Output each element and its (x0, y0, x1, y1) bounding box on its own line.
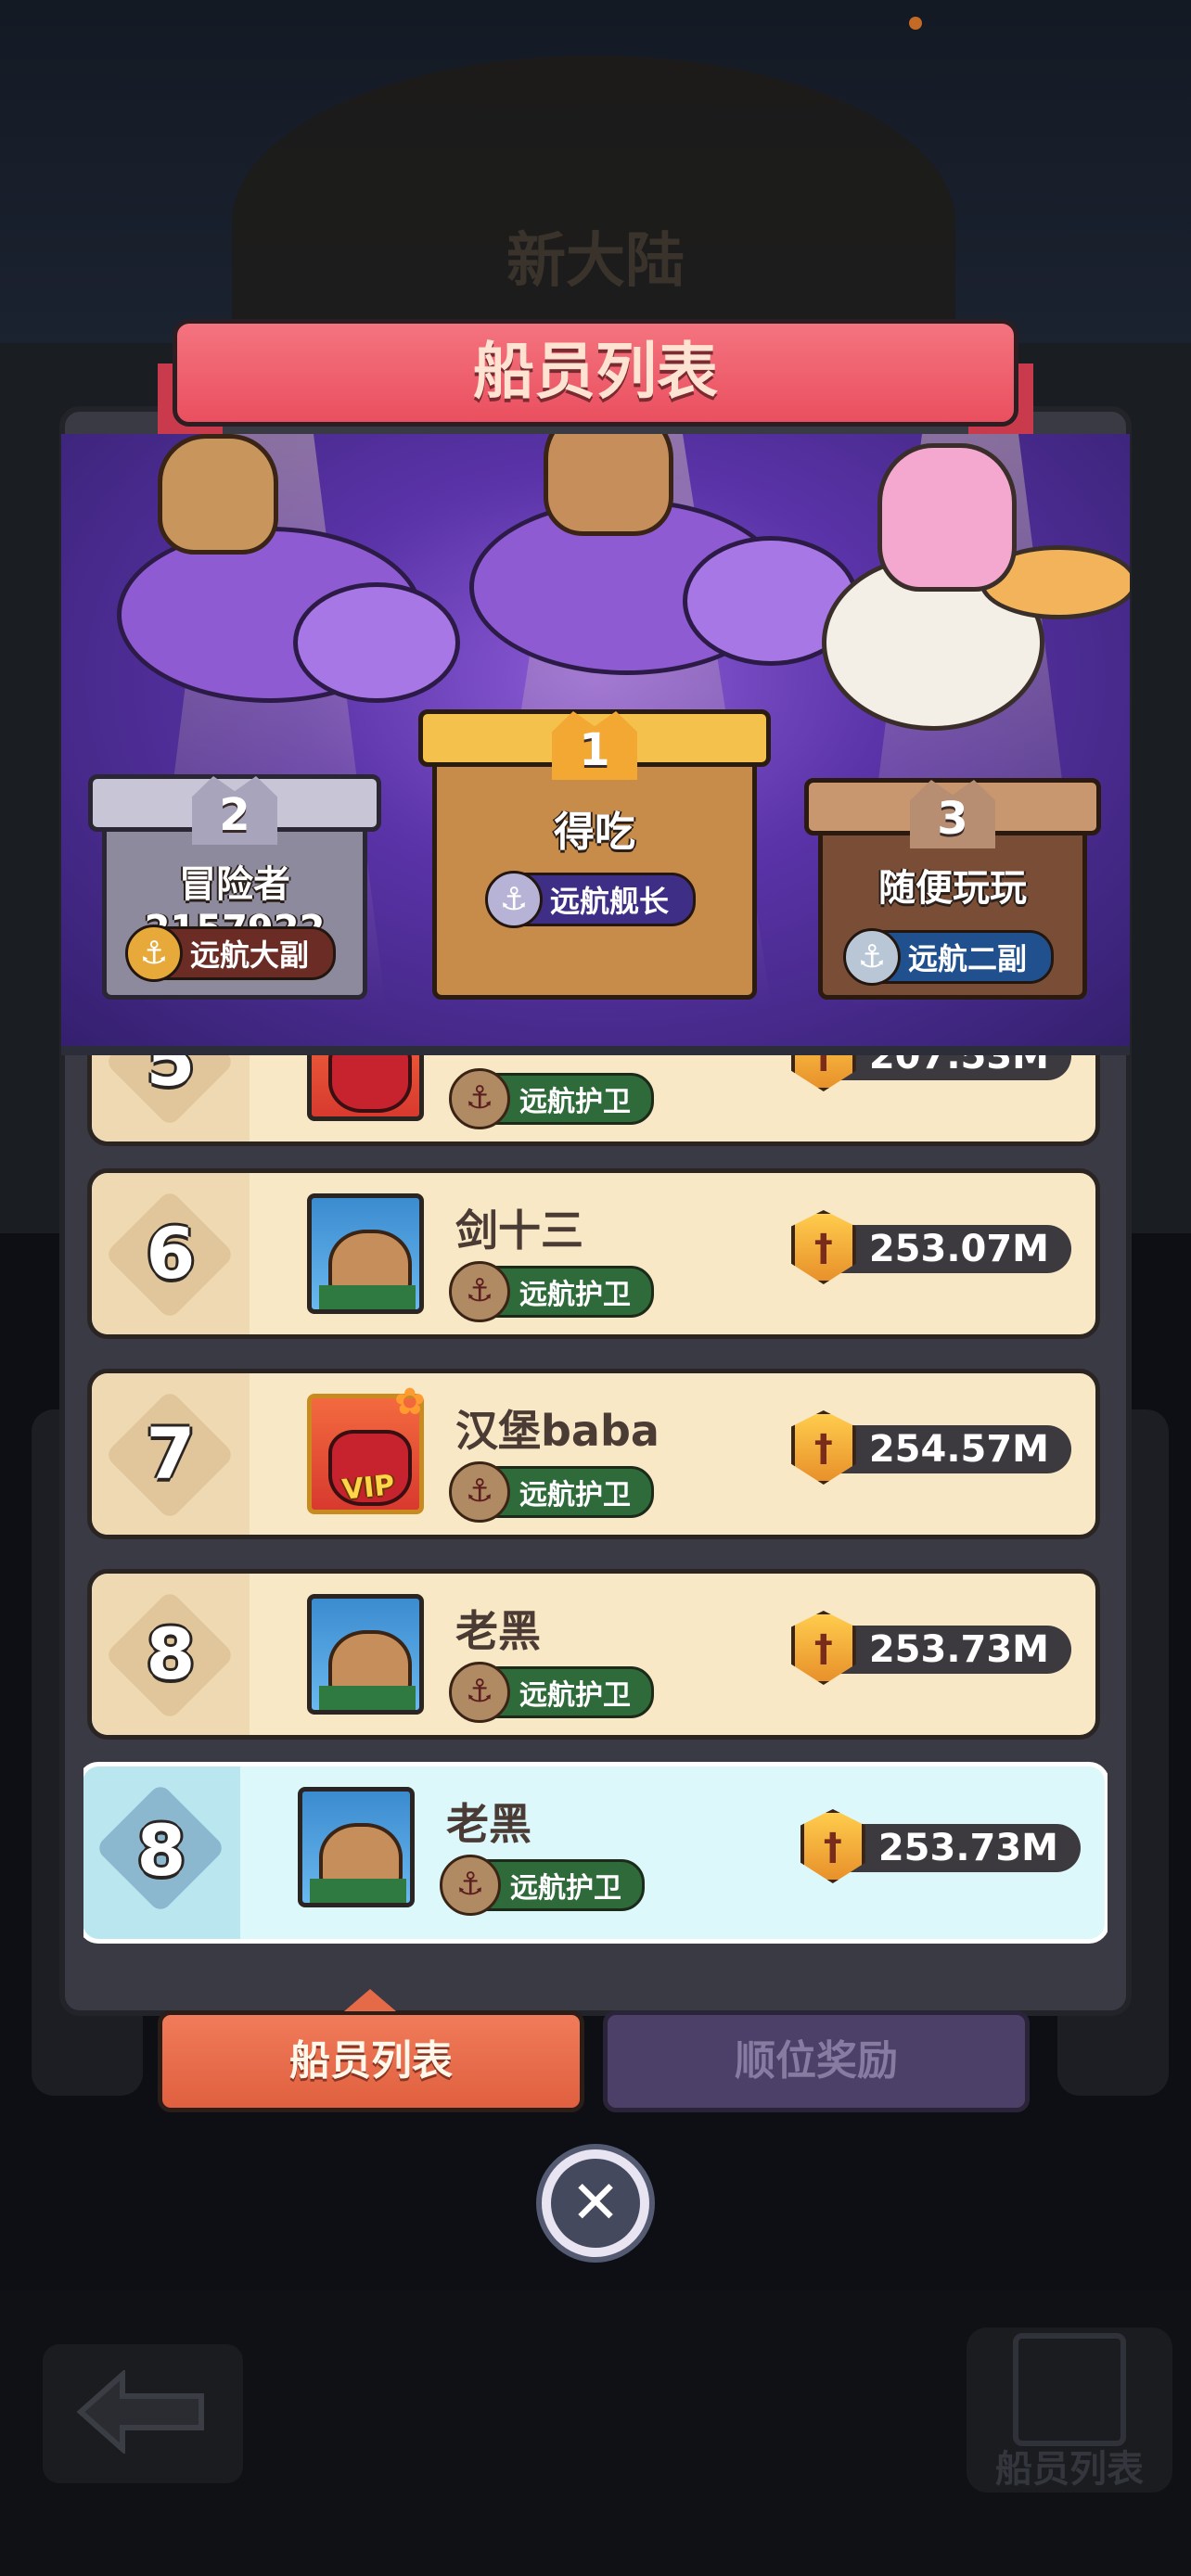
podium-third: 3 随便玩玩 ⚓ 远航二副 (804, 778, 1101, 1000)
rank-number: 8 (136, 1809, 186, 1892)
crew-ranking-list[interactable]: 5 ⚓ 远航护卫 † 207.53M 6 剑十三 ⚓ 远航护卫 † 253.07M 7 … (83, 1046, 1108, 1973)
combat-power: † 253.07M (790, 1210, 1071, 1284)
list-item[interactable]: 6 剑十三 ⚓ 远航护卫 † 253.07M (87, 1168, 1100, 1339)
player-title-badge: ⚓ 远航护卫 (440, 1855, 645, 1916)
anchor-icon: ⚓ (842, 928, 901, 986)
list-item[interactable]: 8 老黑 ⚓ 远航护卫 † 253.73M (87, 1569, 1100, 1740)
self-rank-row[interactable]: 8 老黑 ⚓ 远航护卫 † 253.73M (83, 1762, 1108, 1944)
dialog-title: 船员列表 (173, 319, 1018, 427)
avatar (307, 1594, 424, 1715)
tab-crew-list[interactable]: 船员列表 (158, 1989, 584, 2112)
podium-first: 1 得吃 ⚓ 远航舰长 (418, 709, 771, 1000)
anchor-icon: ⚓ (440, 1855, 501, 1916)
avatar (298, 1787, 415, 1907)
anchor-icon: ⚓ (449, 1662, 510, 1723)
combat-power: † 254.57M (790, 1410, 1071, 1485)
crew-list-shortcut[interactable]: 船员列表 (967, 2327, 1172, 2493)
close-icon: ✕ (551, 2159, 640, 2248)
combat-power: † 253.73M (790, 1611, 1071, 1685)
podium-title: 远航舰长 (549, 884, 670, 919)
anchor-icon: ⚓ (484, 871, 543, 928)
podium-title: 远航大副 (189, 937, 310, 973)
flower-icon: ✿ (394, 1381, 426, 1423)
anchor-icon: ⚓ (124, 925, 183, 982)
podium-title: 远航二副 (907, 941, 1028, 976)
player-name: 剑十三 (455, 1205, 583, 1256)
back-arrow-icon (76, 2370, 204, 2454)
bunny-costume-rider (877, 443, 1017, 592)
podium-title-badge: ⚓ 远航舰长 (484, 871, 697, 928)
avatar (307, 1193, 424, 1314)
podium-name: 随便玩玩 (878, 867, 1027, 910)
tab-rank-rewards[interactable]: 顺位奖励 (603, 2010, 1030, 2112)
player-name: 汉堡baba (455, 1406, 660, 1456)
notification-dot (909, 17, 922, 30)
avatar (307, 1046, 424, 1121)
sword-power-icon: † (800, 1809, 865, 1883)
capybara-rider (544, 434, 673, 536)
anchor-icon: ⚓ (449, 1261, 510, 1322)
document-icon (1013, 2333, 1126, 2446)
anchor-icon: ⚓ (449, 1068, 510, 1129)
list-item[interactable]: 7 ✿ VIP 汉堡baba ⚓ 远航护卫 † 254.57M (87, 1369, 1100, 1539)
sword-power-icon: † (790, 1611, 856, 1685)
list-item[interactable]: 5 ⚓ 远航护卫 † 207.53M (87, 1046, 1100, 1146)
background-title: 新大陆 (506, 227, 685, 296)
player-name: 老黑 (446, 1799, 531, 1849)
sword-power-icon: † (790, 1410, 856, 1485)
sword-power-icon: † (790, 1210, 856, 1284)
back-button[interactable] (43, 2344, 243, 2483)
rank-number: 6 (146, 1212, 196, 1294)
close-button[interactable]: ✕ (536, 2144, 655, 2263)
player-title-badge: ⚓ 远航护卫 (449, 1662, 654, 1723)
podium-stage: 2 冒险者2157922 ⚓ 远航大副 1 得吃 ⚓ 远航舰长 3 随便玩玩 ⚓… (61, 434, 1130, 1055)
podium-second: 2 冒险者2157922 ⚓ 远航大副 (88, 774, 381, 1000)
combat-power: † 253.73M (800, 1809, 1081, 1883)
player-name: 老黑 (455, 1606, 541, 1656)
dragon-head (293, 582, 460, 703)
podium-title-badge: ⚓ 远航大副 (124, 925, 337, 982)
podium-title-badge: ⚓ 远航二副 (842, 928, 1055, 986)
anchor-icon: ⚓ (449, 1461, 510, 1523)
rank-number: 7 (146, 1412, 196, 1495)
crew-list-shortcut-label: 船员列表 (995, 2448, 1144, 2491)
podium-name: 得吃 (554, 809, 635, 856)
player-title-badge: ⚓ 远航护卫 (449, 1068, 654, 1129)
rank-number: 8 (146, 1613, 196, 1695)
bear-rider (158, 434, 278, 555)
player-title-badge: ⚓ 远航护卫 (449, 1261, 654, 1322)
player-title-badge: ⚓ 远航护卫 (449, 1461, 654, 1523)
vip-badge: VIP (340, 1469, 397, 1507)
